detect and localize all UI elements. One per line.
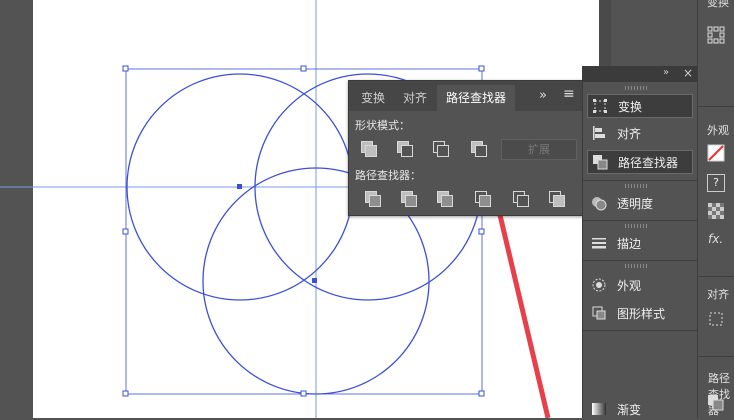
dock-item-label: 图形样式	[617, 307, 666, 321]
graphic-styles-icon	[592, 306, 606, 320]
merge-button[interactable]	[435, 189, 453, 207]
dock-item-align[interactable]: 对齐	[587, 122, 691, 144]
gradient-icon	[592, 403, 606, 415]
dock-item-label: 透明度	[617, 197, 654, 211]
crop-button[interactable]	[473, 189, 491, 207]
dock-divider	[583, 220, 697, 221]
intersect-button[interactable]	[431, 139, 449, 157]
pathfinder-icon[interactable]	[707, 394, 725, 412]
dock-item-label: 渐变	[617, 403, 642, 417]
dock-header: » ×	[583, 66, 697, 82]
panel-more-icon[interactable]: »	[539, 88, 547, 103]
strip-appearance-label: 外观	[707, 124, 729, 137]
help-icon[interactable]: ?	[707, 174, 725, 192]
dock-item-transform[interactable]: 变换	[587, 94, 693, 118]
dock-collapse-icon[interactable]: »	[663, 67, 669, 78]
shape-modes-label: 形状模式：	[355, 119, 410, 132]
dock-item-stroke[interactable]: 描边	[587, 232, 691, 254]
align-icon	[593, 126, 605, 140]
checkerboard-icon[interactable]	[707, 202, 725, 220]
pathfinder-icon	[593, 155, 608, 170]
unite-button[interactable]	[359, 139, 377, 157]
dock-item-label: 变换	[618, 100, 643, 114]
dock-divider	[583, 330, 697, 331]
dock-grip[interactable]	[625, 224, 649, 228]
strip-transform-label: 变换	[707, 0, 729, 9]
panel-menu-icon[interactable]: ≡	[563, 86, 575, 102]
dock-close-icon[interactable]: ×	[683, 66, 693, 80]
center-point	[237, 184, 242, 189]
panel-dock: » × 变换 对齐 路径查找器 透明度 描边 外观 图形样式 渐变	[582, 66, 697, 418]
expand-button[interactable]: 扩展	[501, 139, 577, 160]
minus-back-button[interactable]	[547, 189, 565, 207]
transform-icon	[593, 99, 607, 113]
tab-pathfinder[interactable]: 路径查找器	[437, 85, 515, 111]
divide-button[interactable]	[363, 189, 381, 207]
outline-button[interactable]	[511, 189, 529, 207]
dock-item-graphic-styles[interactable]: 图形样式	[587, 302, 691, 324]
pathfinder-panel: 变换 对齐 路径查找器 » ≡ 形状模式： 扩展 路径查找器：	[348, 80, 584, 216]
exclude-button[interactable]	[469, 139, 487, 157]
dock-item-appearance[interactable]: 外观	[587, 274, 691, 296]
dock-grip[interactable]	[625, 184, 649, 188]
align-objects-icon[interactable]	[707, 310, 725, 328]
transform-icon[interactable]	[707, 26, 725, 44]
dock-item-label: 路径查找器	[618, 156, 679, 170]
dock-item-label: 描边	[617, 237, 642, 251]
center-point-2	[312, 278, 317, 283]
dock-grip[interactable]	[625, 264, 649, 268]
appearance-icon	[592, 278, 606, 292]
tab-align[interactable]: 对齐	[395, 85, 435, 111]
trim-button[interactable]	[399, 189, 417, 207]
tab-transform[interactable]: 变换	[353, 85, 393, 111]
no-fill-swatch-icon[interactable]	[707, 144, 725, 162]
pathfinders-label: 路径查找器：	[355, 169, 421, 182]
dock-grip[interactable]	[625, 86, 649, 90]
fx-icon[interactable]: fx.	[708, 232, 723, 246]
panel-tab-bar: 变换 对齐 路径查找器 » ≡	[349, 81, 583, 111]
dock-item-pathfinder[interactable]: 路径查找器	[587, 150, 693, 174]
dock-divider	[583, 260, 697, 261]
stroke-icon	[592, 238, 606, 249]
minus-front-button[interactable]	[395, 139, 413, 157]
strip-align-label: 对齐	[707, 288, 729, 301]
dock-divider	[583, 180, 697, 181]
dock-item-label: 对齐	[617, 127, 642, 141]
dock-item-label: 外观	[617, 279, 642, 293]
dock-item-gradient[interactable]: 渐变	[587, 398, 691, 420]
collapsed-panel-strip: 变换 外观 ? fx. 对齐 路径查找器	[697, 0, 734, 418]
dock-item-transparency[interactable]: 透明度	[587, 192, 691, 214]
transparency-icon	[592, 197, 607, 211]
